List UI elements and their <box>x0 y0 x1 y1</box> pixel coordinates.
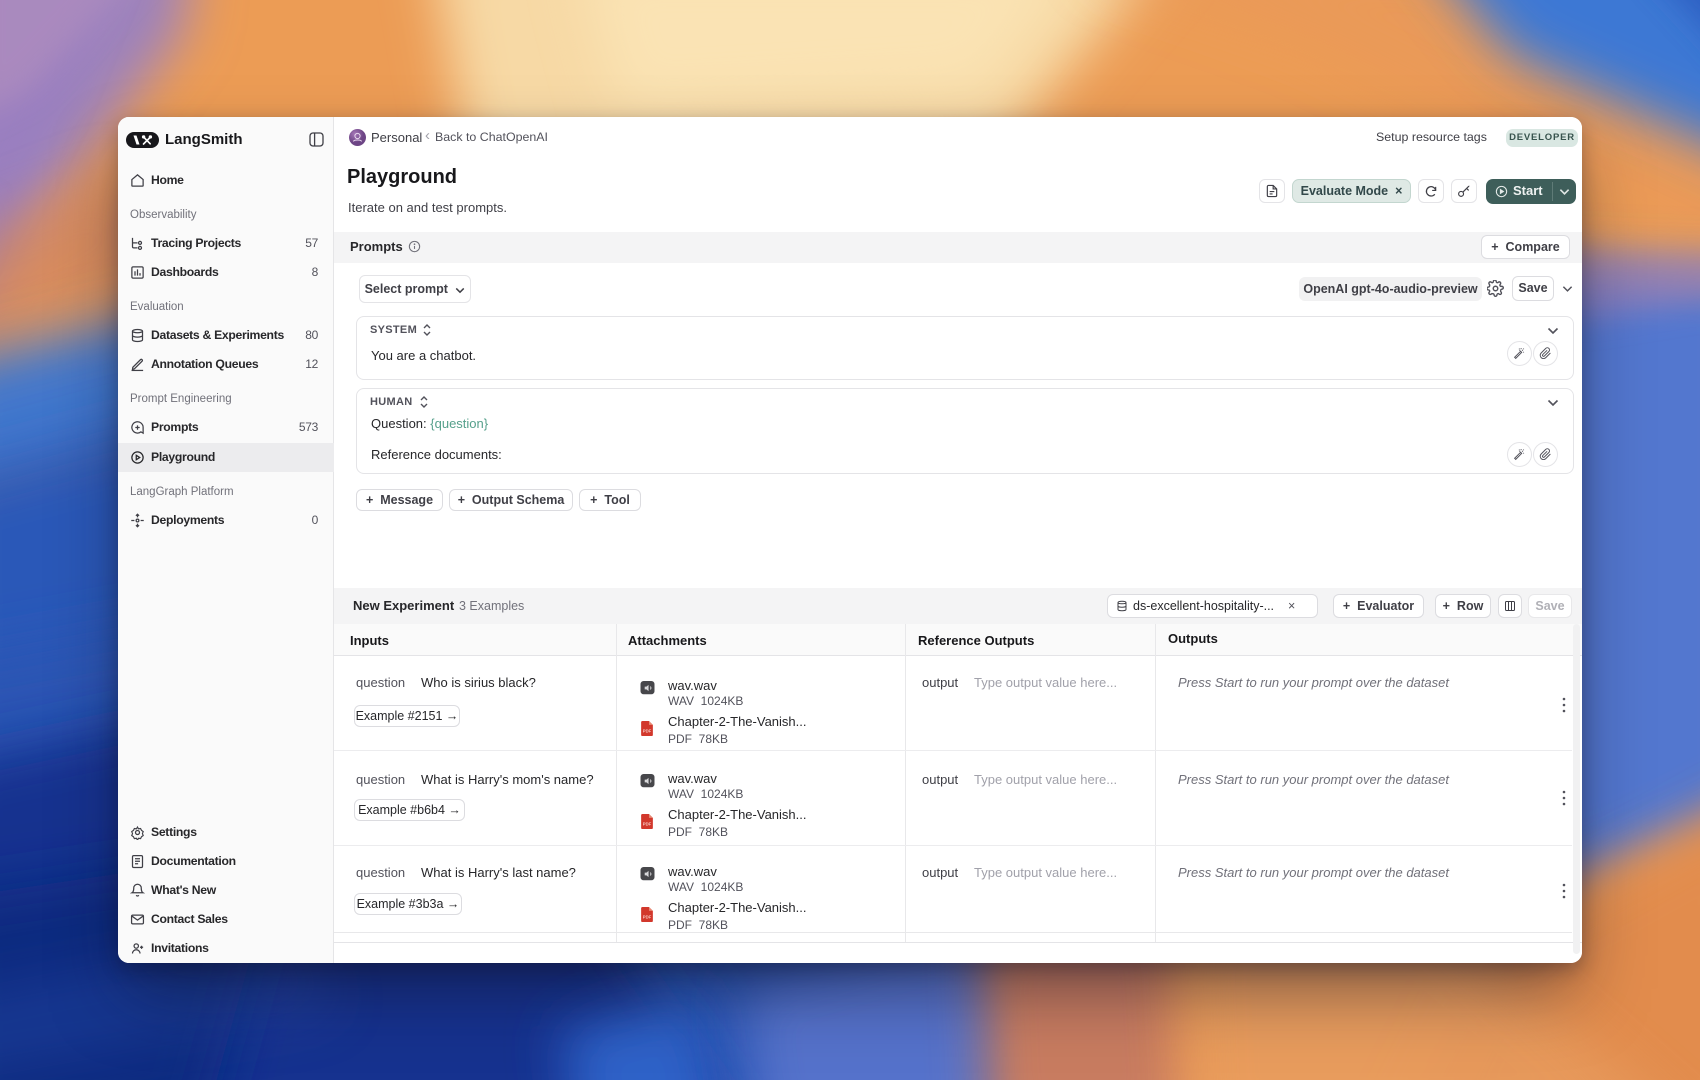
svg-text:PDF: PDF <box>643 822 652 827</box>
svg-text:PDF: PDF <box>643 915 652 920</box>
svg-text:PDF: PDF <box>643 729 652 734</box>
